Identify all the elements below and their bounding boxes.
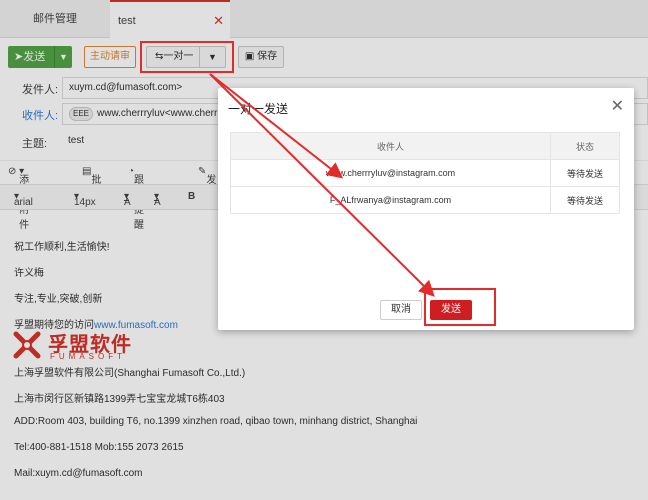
arrow-to-send (209, 73, 435, 297)
annotation-arrows (209, 73, 435, 297)
arrow-to-row (209, 73, 344, 179)
